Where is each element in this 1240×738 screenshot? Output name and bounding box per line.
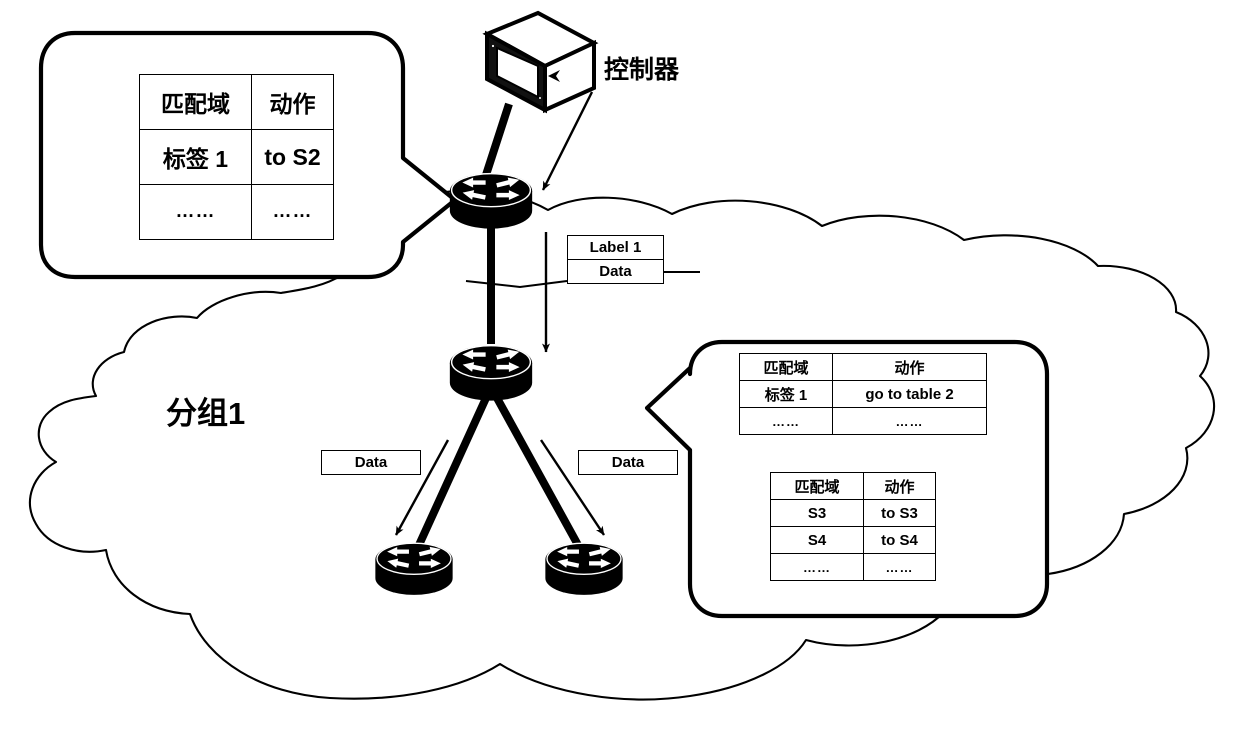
packet-data-field: Data xyxy=(321,450,421,475)
table-cell-action: go to table 2 xyxy=(832,380,987,408)
table-row: 匹配域 动作 xyxy=(739,353,987,381)
flow-table-right-2: 匹配域 动作 S3 to S3 S4 to S4 …… …… xyxy=(770,472,936,581)
packet-row: Data xyxy=(578,450,678,475)
flow-table-top: 匹配域 动作 标签 1 to S2 …… …… xyxy=(139,74,334,240)
packet-row: Data xyxy=(321,450,421,475)
table-row: S3 to S3 xyxy=(770,499,936,527)
table-row: 匹配域 动作 xyxy=(770,472,936,500)
table-cell-match: 标签 1 xyxy=(739,380,833,408)
router-icon-s2 xyxy=(449,344,533,402)
table-cell-action: to S2 xyxy=(251,129,334,185)
packet-label-field: Label 1 xyxy=(567,235,664,260)
table-cell-match-ellipsis: …… xyxy=(770,553,864,581)
table-row: …… …… xyxy=(770,553,936,581)
router-icon-s3 xyxy=(374,542,454,596)
labeled-packet-box: Label 1 Data xyxy=(567,235,664,284)
table-row: 标签 1 go to table 2 xyxy=(739,380,987,408)
link-controller-s1 xyxy=(481,102,513,180)
packet-row: Data xyxy=(567,259,664,284)
table-cell-action-ellipsis: …… xyxy=(863,553,936,581)
table-cell-match: 标签 1 xyxy=(139,129,252,185)
group-label: 分组1 xyxy=(166,396,246,431)
table-row: …… …… xyxy=(139,184,334,240)
table-cell-action-ellipsis: …… xyxy=(251,184,334,240)
table-row: …… …… xyxy=(739,407,987,435)
table-cell-action: to S3 xyxy=(863,499,936,527)
table-cell-match-ellipsis: …… xyxy=(739,407,833,435)
table-cell-action: to S4 xyxy=(863,526,936,554)
router-icon-s4 xyxy=(544,542,624,596)
plain-packet-box-right: Data xyxy=(578,450,678,475)
table-header-action: 动作 xyxy=(863,472,936,500)
table-cell-match: S3 xyxy=(770,499,864,527)
controller-label: 控制器 xyxy=(604,56,680,84)
table-cell-match-ellipsis: …… xyxy=(139,184,252,240)
table-header-match: 匹配域 xyxy=(139,74,252,130)
diagram-canvas: 控制器 分组1 匹配域 动作 标签 1 to S2 …… …… 匹配域 动作 标… xyxy=(0,0,1240,738)
packet-data-field: Data xyxy=(567,259,664,284)
table-row: 标签 1 to S2 xyxy=(139,129,334,185)
table-row: S4 to S4 xyxy=(770,526,936,554)
packet-data-field: Data xyxy=(578,450,678,475)
table-cell-action-ellipsis: …… xyxy=(832,407,987,435)
plain-packet-box-left: Data xyxy=(321,450,421,475)
table-header-action: 动作 xyxy=(832,353,987,381)
controller-box-icon xyxy=(482,10,599,114)
table-header-action: 动作 xyxy=(251,74,334,130)
flow-table-right-1: 匹配域 动作 标签 1 go to table 2 …… …… xyxy=(739,353,987,435)
table-row: 匹配域 动作 xyxy=(139,74,334,130)
router-icon-s1 xyxy=(449,172,533,230)
packet-row: Label 1 xyxy=(567,235,664,260)
table-header-match: 匹配域 xyxy=(739,353,833,381)
table-header-match: 匹配域 xyxy=(770,472,864,500)
table-cell-match: S4 xyxy=(770,526,864,554)
